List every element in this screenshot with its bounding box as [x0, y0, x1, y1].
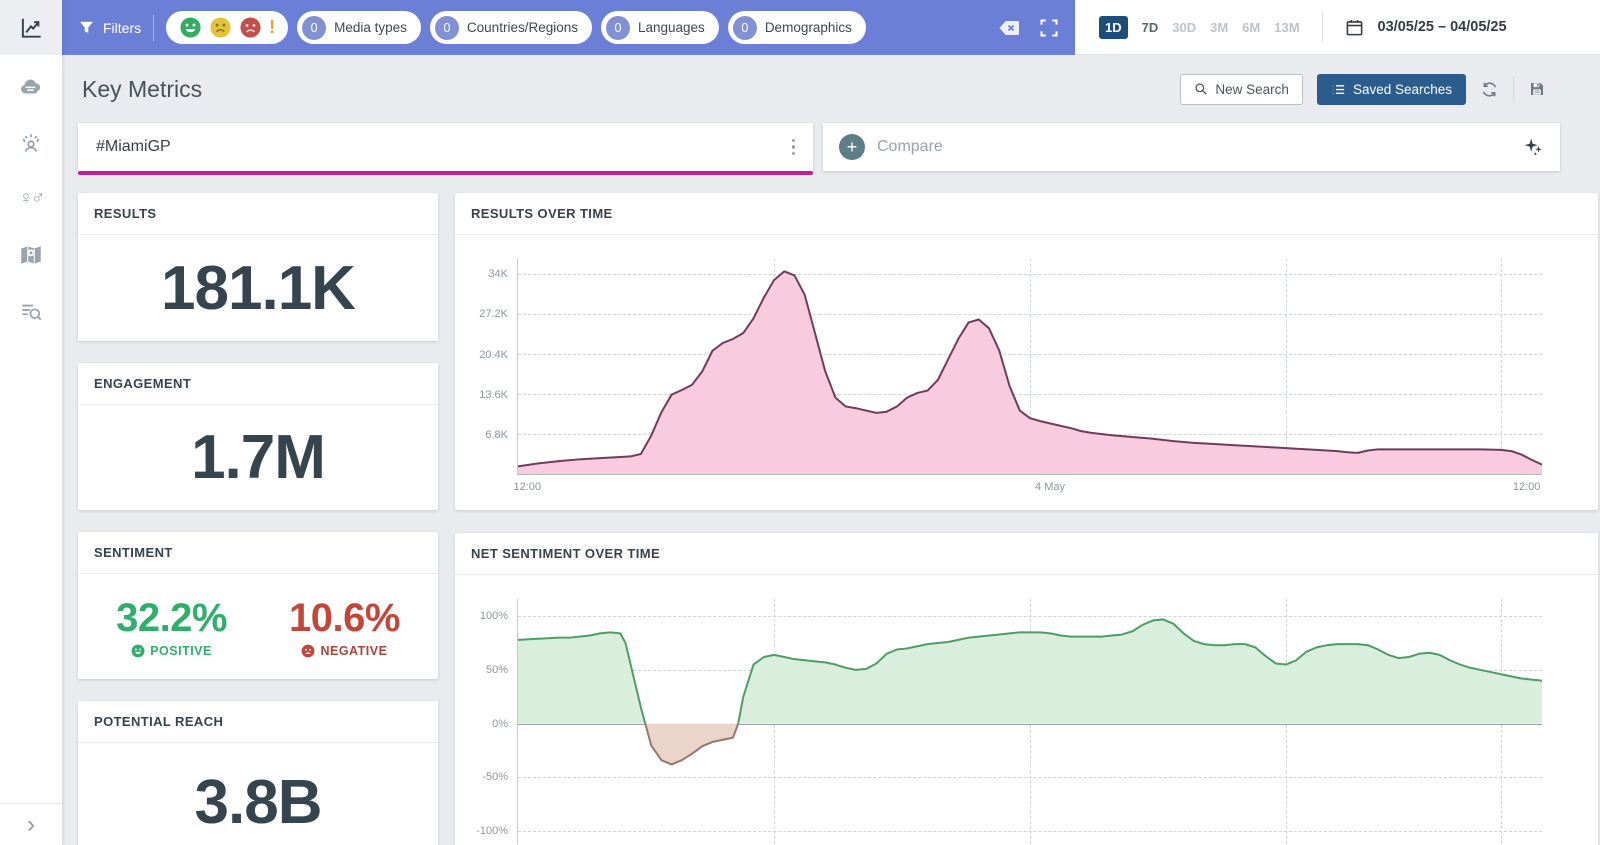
negative-angry-smiley-icon [239, 16, 262, 39]
positive-value: 32.2% [116, 596, 227, 641]
languages-filter-pill[interactable]: 0 Languages [601, 11, 719, 44]
negative-smiley-icon [301, 644, 315, 658]
chevron-right-icon: › [27, 813, 35, 837]
divider [153, 15, 154, 41]
sidebar-expand-button[interactable]: › [0, 803, 62, 845]
query-options-kebab-icon[interactable] [788, 135, 800, 160]
sparkles-icon[interactable] [1522, 136, 1544, 158]
page-title: Key Metrics [82, 76, 202, 103]
filter-pills: ! 0 Media types 0 Countries/Regions 0 La… [166, 11, 866, 44]
plot-area[interactable] [517, 259, 1542, 475]
filters-label: Filters [103, 20, 141, 36]
positive-smiley-icon [131, 644, 145, 658]
results-over-time-card: RESULTS OVER TIME 34K27.2K20.4K13.6K6.8K… [455, 193, 1598, 510]
compare-input[interactable]: + Compare [823, 123, 1560, 171]
results-card: RESULTS 181.1K [78, 193, 438, 341]
results-over-time-title: RESULTS OVER TIME [455, 193, 1598, 235]
map-icon[interactable] [17, 241, 45, 269]
fullscreen-icon[interactable] [1039, 18, 1059, 38]
neutral-sad-smiley-icon [209, 16, 232, 39]
app-logo[interactable] [0, 0, 62, 55]
count-badge: 0 [435, 16, 459, 40]
positive-smiley-icon [179, 16, 202, 39]
negative-sentiment-block: 10.6% NEGATIVE [289, 596, 400, 658]
influencer-icon[interactable] [17, 129, 45, 157]
engagement-card: ENGAGEMENT 1.7M [78, 363, 438, 510]
engagement-card-title: ENGAGEMENT [78, 363, 438, 405]
y-axis-labels: 34K27.2K20.4K13.6K6.8K [465, 259, 517, 475]
sidebar: ♀♂ › [0, 0, 62, 845]
net-sentiment-over-time-title: NET SENTIMENT OVER TIME [455, 533, 1598, 575]
plus-circle-icon[interactable]: + [839, 134, 865, 160]
results-card-title: RESULTS [78, 193, 438, 235]
negative-value: 10.6% [289, 596, 400, 641]
potential-reach-card-title: POTENTIAL REACH [78, 701, 438, 743]
range-3m[interactable]: 3M [1210, 20, 1228, 35]
trend-chart-icon [18, 15, 44, 41]
results-value: 181.1K [161, 253, 355, 324]
funnel-icon [78, 19, 95, 36]
potential-reach-card: POTENTIAL REACH 3.8B [78, 701, 438, 845]
date-range-bar: 1D 7D 30D 3M 6M 13M 03/05/25 – 04/05/25 [1075, 0, 1600, 55]
range-6m[interactable]: 6M [1242, 20, 1260, 35]
filters-button[interactable]: Filters [78, 19, 141, 36]
compare-placeholder: Compare [877, 138, 1510, 156]
divider [1513, 76, 1514, 102]
sentiment-filter-pill[interactable]: ! [166, 11, 288, 44]
count-badge: 0 [302, 16, 326, 40]
range-13m[interactable]: 13M [1274, 20, 1299, 35]
negative-label: NEGATIVE [320, 644, 387, 658]
main-content: Key Metrics New Search Saved Searches #M… [62, 55, 1600, 845]
calendar-icon[interactable] [1345, 18, 1364, 37]
media-types-filter-pill[interactable]: 0 Media types [297, 11, 421, 44]
list-icon [1331, 82, 1346, 97]
positive-sentiment-block: 32.2% POSITIVE [116, 596, 227, 658]
range-7d[interactable]: 7D [1142, 20, 1159, 35]
save-button[interactable] [1528, 80, 1546, 98]
word-cloud-icon[interactable] [17, 73, 45, 101]
themes-search-icon[interactable] [17, 297, 45, 325]
count-badge: 0 [606, 16, 630, 40]
search-query-value[interactable]: #MiamiGP [96, 138, 788, 156]
alert-exclamation-icon: ! [269, 17, 275, 38]
net-sentiment-over-time-card: NET SENTIMENT OVER TIME 100%50%0%-50%-10… [455, 533, 1598, 845]
refresh-button[interactable] [1480, 80, 1499, 99]
clear-filters-icon[interactable] [997, 16, 1021, 40]
filter-bar: Filters ! 0 Media types 0 Countries/Regi… [62, 0, 1075, 55]
count-badge: 0 [733, 16, 757, 40]
plot-area[interactable] [517, 599, 1542, 844]
net-sentiment-over-time-chart[interactable]: 100%50%0%-50%-100% 12:004 May12:00 [455, 575, 1598, 845]
new-search-button[interactable]: New Search [1180, 74, 1303, 105]
sentiment-card: SENTIMENT 32.2% POSITIVE 10.6% NEGATI [78, 532, 438, 679]
demographics-filter-pill[interactable]: 0 Demographics [728, 11, 866, 44]
range-1d[interactable]: 1D [1099, 16, 1128, 39]
potential-reach-value: 3.8B [195, 767, 322, 838]
gender-demographics-icon[interactable]: ♀♂ [17, 185, 45, 213]
y-axis-labels: 100%50%0%-50%-100% [465, 599, 517, 844]
countries-regions-filter-pill[interactable]: 0 Countries/Regions [430, 11, 592, 44]
engagement-value: 1.7M [191, 422, 325, 493]
x-axis-labels: 12:004 May12:00 [517, 475, 1542, 497]
date-range-value[interactable]: 03/05/25 – 04/05/25 [1378, 19, 1507, 35]
sentiment-card-title: SENTIMENT [78, 532, 438, 574]
search-icon [1194, 82, 1208, 96]
divider [1322, 12, 1323, 42]
search-query-input[interactable]: #MiamiGP [78, 123, 813, 171]
saved-searches-button[interactable]: Saved Searches [1317, 74, 1466, 105]
results-over-time-chart[interactable]: 34K27.2K20.4K13.6K6.8K 12:004 May12:00 [455, 235, 1598, 497]
positive-label: POSITIVE [150, 644, 212, 658]
range-30d[interactable]: 30D [1172, 20, 1196, 35]
